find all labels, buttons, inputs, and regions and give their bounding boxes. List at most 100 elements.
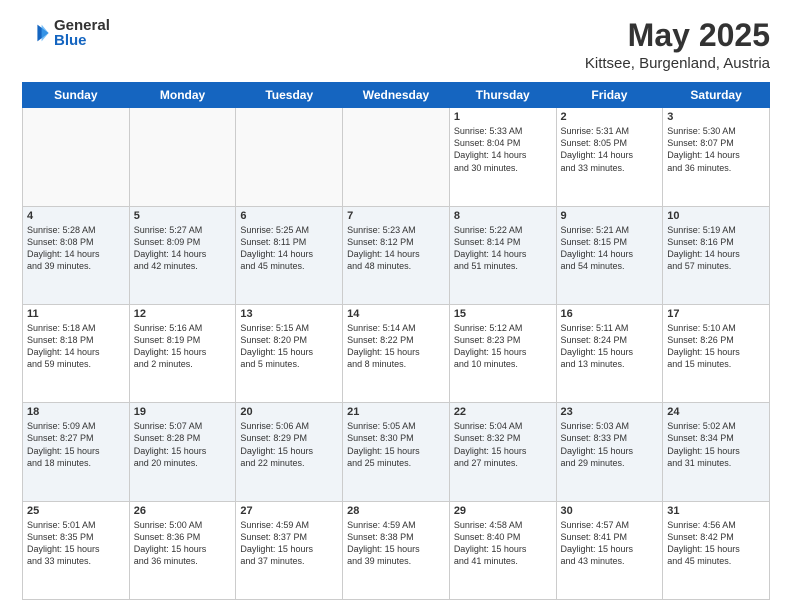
day-info: Sunrise: 5:11 AM Sunset: 8:24 PM Dayligh… (561, 322, 659, 371)
calendar-cell (23, 108, 130, 206)
calendar-header-monday: Monday (129, 83, 236, 108)
day-number: 15 (454, 308, 552, 320)
day-info: Sunrise: 5:04 AM Sunset: 8:32 PM Dayligh… (454, 420, 552, 469)
calendar-cell: 6 Sunrise: 5:25 AM Sunset: 8:11 PM Daylig… (236, 206, 343, 304)
day-number: 1 (454, 111, 552, 123)
day-number: 29 (454, 505, 552, 517)
day-info: Sunrise: 5:10 AM Sunset: 8:26 PM Dayligh… (667, 322, 765, 371)
calendar-header-wednesday: Wednesday (343, 83, 450, 108)
calendar-cell (343, 108, 450, 206)
day-number: 18 (27, 406, 125, 418)
day-number: 23 (561, 406, 659, 418)
calendar-cell: 26 Sunrise: 5:00 AM Sunset: 8:36 PM Dayli… (129, 501, 236, 599)
calendar-week-row: 11Sunrise: 5:18 AM Sunset: 8:18 PM Dayli… (23, 304, 770, 402)
day-info: Sunrise: 5:31 AM Sunset: 8:05 PM Dayligh… (561, 125, 659, 174)
page: General Blue May 2025 Kittsee, Burgenlan… (0, 0, 792, 612)
calendar-week-row: 18 Sunrise: 5:09 AM Sunset: 8:27 PM Dayli… (23, 403, 770, 501)
day-info: Sunrise: 5:25 AM Sunset: 8:11 PM Dayligh… (240, 224, 338, 273)
day-number: 28 (347, 505, 445, 517)
day-number: 26 (134, 505, 232, 517)
day-info: Sunrise: 5:18 AM Sunset: 8:18 PM Dayligh… (27, 322, 125, 371)
day-info: Sunrise: 5:09 AM Sunset: 8:27 PM Dayligh… (27, 420, 125, 469)
day-info: Sunrise: 5:12 AM Sunset: 8:23 PM Dayligh… (454, 322, 552, 371)
calendar-cell: 29Sunrise: 4:58 AM Sunset: 8:40 PM Dayli… (449, 501, 556, 599)
calendar-cell: 2 Sunrise: 5:31 AM Sunset: 8:05 PM Daylig… (556, 108, 663, 206)
calendar-header-thursday: Thursday (449, 83, 556, 108)
calendar-cell: 18 Sunrise: 5:09 AM Sunset: 8:27 PM Dayli… (23, 403, 130, 501)
calendar-table: SundayMondayTuesdayWednesdayThursdayFrid… (22, 82, 770, 600)
day-info: Sunrise: 5:33 AM Sunset: 8:04 PM Dayligh… (454, 125, 552, 174)
calendar-cell: 12Sunrise: 5:16 AM Sunset: 8:19 PM Dayli… (129, 304, 236, 402)
day-number: 25 (27, 505, 125, 517)
day-number: 9 (561, 210, 659, 222)
logo-general-text: General (54, 18, 110, 33)
calendar-header-sunday: Sunday (23, 83, 130, 108)
day-info: Sunrise: 5:06 AM Sunset: 8:29 PM Dayligh… (240, 420, 338, 469)
day-info: Sunrise: 4:57 AM Sunset: 8:41 PM Dayligh… (561, 519, 659, 568)
day-info: Sunrise: 5:23 AM Sunset: 8:12 PM Dayligh… (347, 224, 445, 273)
calendar-cell: 11Sunrise: 5:18 AM Sunset: 8:18 PM Dayli… (23, 304, 130, 402)
calendar-cell: 30 Sunrise: 4:57 AM Sunset: 8:41 PM Dayli… (556, 501, 663, 599)
calendar-cell: 10Sunrise: 5:19 AM Sunset: 8:16 PM Dayli… (663, 206, 770, 304)
day-info: Sunrise: 5:00 AM Sunset: 8:36 PM Dayligh… (134, 519, 232, 568)
day-number: 20 (240, 406, 338, 418)
calendar-week-row: 25Sunrise: 5:01 AM Sunset: 8:35 PM Dayli… (23, 501, 770, 599)
day-number: 22 (454, 406, 552, 418)
day-info: Sunrise: 5:30 AM Sunset: 8:07 PM Dayligh… (667, 125, 765, 174)
calendar-cell: 27Sunrise: 4:59 AM Sunset: 8:37 PM Dayli… (236, 501, 343, 599)
day-info: Sunrise: 5:03 AM Sunset: 8:33 PM Dayligh… (561, 420, 659, 469)
day-number: 10 (667, 210, 765, 222)
day-number: 2 (561, 111, 659, 123)
day-number: 8 (454, 210, 552, 222)
calendar-cell: 20 Sunrise: 5:06 AM Sunset: 8:29 PM Dayli… (236, 403, 343, 501)
day-number: 19 (134, 406, 232, 418)
day-info: Sunrise: 5:21 AM Sunset: 8:15 PM Dayligh… (561, 224, 659, 273)
day-info: Sunrise: 5:05 AM Sunset: 8:30 PM Dayligh… (347, 420, 445, 469)
calendar-cell: 28 Sunrise: 4:59 AM Sunset: 8:38 PM Dayli… (343, 501, 450, 599)
day-number: 24 (667, 406, 765, 418)
calendar-cell: 22 Sunrise: 5:04 AM Sunset: 8:32 PM Dayli… (449, 403, 556, 501)
calendar-cell: 4Sunrise: 5:28 AM Sunset: 8:08 PM Daylig… (23, 206, 130, 304)
calendar-cell: 24Sunrise: 5:02 AM Sunset: 8:34 PM Dayli… (663, 403, 770, 501)
day-number: 5 (134, 210, 232, 222)
calendar-header-saturday: Saturday (663, 83, 770, 108)
calendar-cell: 5Sunrise: 5:27 AM Sunset: 8:09 PM Daylig… (129, 206, 236, 304)
calendar-cell: 25Sunrise: 5:01 AM Sunset: 8:35 PM Dayli… (23, 501, 130, 599)
day-info: Sunrise: 5:28 AM Sunset: 8:08 PM Dayligh… (27, 224, 125, 273)
title-area: May 2025 Kittsee, Burgenland, Austria (585, 18, 770, 72)
month-title: May 2025 (585, 18, 770, 53)
day-info: Sunrise: 5:15 AM Sunset: 8:20 PM Dayligh… (240, 322, 338, 371)
day-number: 17 (667, 308, 765, 320)
calendar-cell: 23 Sunrise: 5:03 AM Sunset: 8:33 PM Dayli… (556, 403, 663, 501)
calendar-week-row: 4Sunrise: 5:28 AM Sunset: 8:08 PM Daylig… (23, 206, 770, 304)
day-info: Sunrise: 4:56 AM Sunset: 8:42 PM Dayligh… (667, 519, 765, 568)
header: General Blue May 2025 Kittsee, Burgenlan… (22, 18, 770, 72)
day-info: Sunrise: 5:22 AM Sunset: 8:14 PM Dayligh… (454, 224, 552, 273)
day-number: 30 (561, 505, 659, 517)
location: Kittsee, Burgenland, Austria (585, 55, 770, 72)
calendar-cell: 15 Sunrise: 5:12 AM Sunset: 8:23 PM Dayli… (449, 304, 556, 402)
calendar-cell: 31Sunrise: 4:56 AM Sunset: 8:42 PM Dayli… (663, 501, 770, 599)
day-number: 6 (240, 210, 338, 222)
day-number: 13 (240, 308, 338, 320)
logo-blue-text: Blue (54, 33, 110, 48)
calendar-cell: 8 Sunrise: 5:22 AM Sunset: 8:14 PM Daylig… (449, 206, 556, 304)
calendar-cell: 16 Sunrise: 5:11 AM Sunset: 8:24 PM Dayli… (556, 304, 663, 402)
day-info: Sunrise: 5:07 AM Sunset: 8:28 PM Dayligh… (134, 420, 232, 469)
day-number: 3 (667, 111, 765, 123)
logo-icon (22, 19, 50, 47)
logo-text: General Blue (54, 18, 110, 48)
day-number: 21 (347, 406, 445, 418)
calendar-cell: 1 Sunrise: 5:33 AM Sunset: 8:04 PM Daylig… (449, 108, 556, 206)
calendar-cell (129, 108, 236, 206)
calendar-cell: 17 Sunrise: 5:10 AM Sunset: 8:26 PM Dayli… (663, 304, 770, 402)
calendar-cell: 21 Sunrise: 5:05 AM Sunset: 8:30 PM Dayli… (343, 403, 450, 501)
calendar-header-friday: Friday (556, 83, 663, 108)
day-number: 12 (134, 308, 232, 320)
calendar-header-row: SundayMondayTuesdayWednesdayThursdayFrid… (23, 83, 770, 108)
day-number: 14 (347, 308, 445, 320)
day-number: 16 (561, 308, 659, 320)
calendar-header-tuesday: Tuesday (236, 83, 343, 108)
day-info: Sunrise: 5:14 AM Sunset: 8:22 PM Dayligh… (347, 322, 445, 371)
day-info: Sunrise: 4:59 AM Sunset: 8:38 PM Dayligh… (347, 519, 445, 568)
